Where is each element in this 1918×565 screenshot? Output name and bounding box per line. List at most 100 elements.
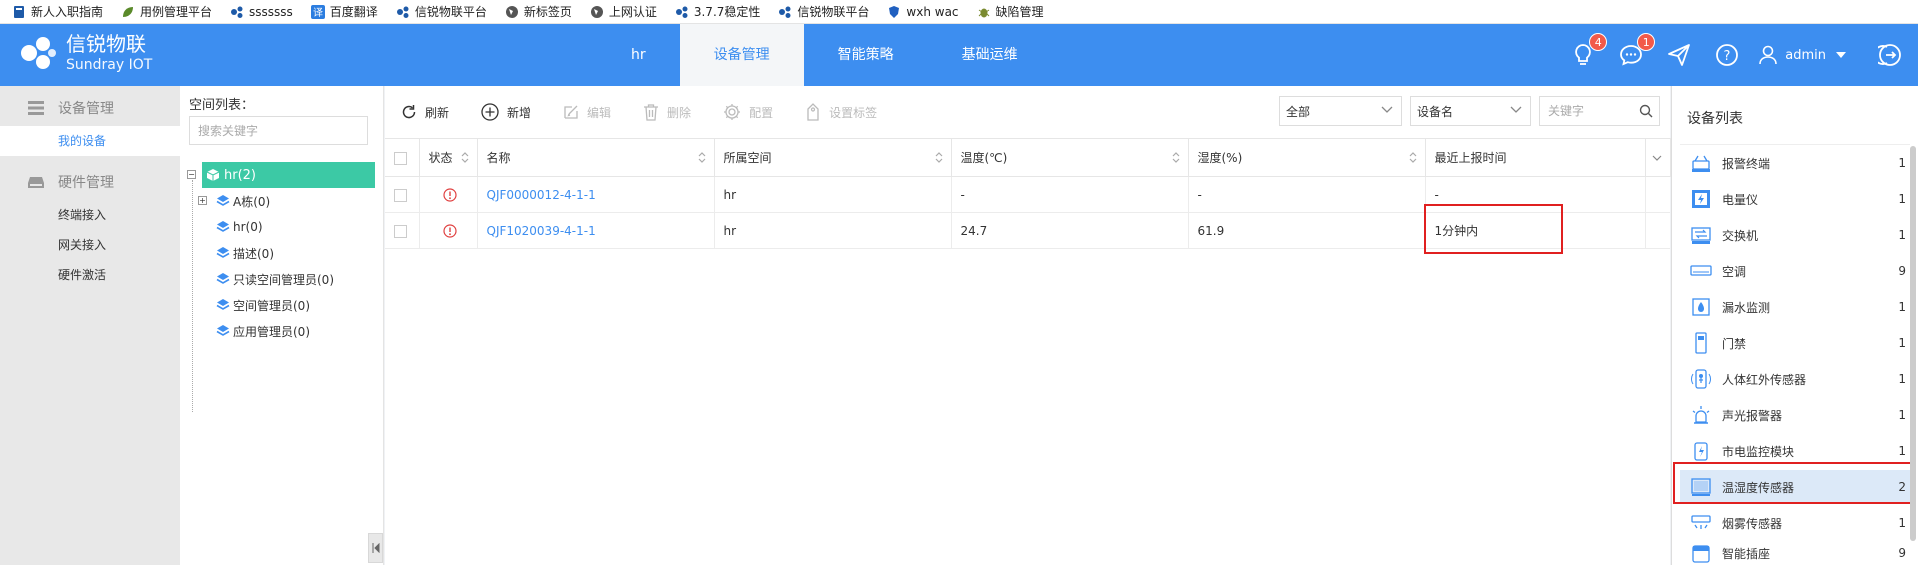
column-settings-cell[interactable] <box>1645 138 1671 177</box>
annotation-highlight-box <box>1424 204 1563 254</box>
select-all-checkbox[interactable] <box>394 151 407 165</box>
name-cell: QJF0000012-4-1-1 <box>477 176 715 213</box>
sidebar-group-hardware-management[interactable]: 硬件管理 <box>0 164 180 200</box>
bookmark-onboarding[interactable]: 新人入职指南 <box>12 0 103 24</box>
sort-icon[interactable] <box>1409 152 1417 163</box>
search-icon[interactable] <box>1639 104 1653 118</box>
device-name-link[interactable]: QJF0000012-4-1-1 <box>487 188 596 202</box>
column-header-temperature[interactable]: 温度(℃) <box>951 138 1189 177</box>
logout-button[interactable] <box>1876 41 1904 69</box>
nav-hr[interactable]: hr <box>597 24 680 86</box>
collapse-panel-button[interactable] <box>368 533 383 563</box>
bookmark-sundray-platform-2[interactable]: 信锐物联平台 <box>778 0 869 24</box>
row-checkbox[interactable] <box>394 224 407 238</box>
brand-logo[interactable]: 信锐物联 Sundray IOT <box>18 32 152 74</box>
tree-node[interactable]: 应用管理员(0) <box>216 320 310 342</box>
device-name-link[interactable]: QJF1020039-4-1-1 <box>487 224 596 238</box>
layers-icon <box>216 221 230 232</box>
switch-icon <box>1691 227 1711 244</box>
tree-root-node[interactable]: hr(2) <box>202 162 375 188</box>
sidebar-item-gateway-access[interactable]: 网关接入 <box>0 230 180 260</box>
device-type-item[interactable]: 门禁 1 <box>1680 326 1910 360</box>
column-header-name[interactable]: 名称 <box>477 138 715 177</box>
column-header-last-report[interactable]: 最近上报时间 <box>1425 138 1646 177</box>
nav-device-management[interactable]: 设备管理 <box>679 24 804 86</box>
bookmark-testcase-platform[interactable]: 用例管理平台 <box>121 0 212 24</box>
help-button[interactable]: ? <box>1713 41 1741 69</box>
tree-node[interactable]: 只读空间管理员(0) <box>216 268 334 290</box>
sort-icon[interactable] <box>935 152 943 163</box>
bookmark-sundray-platform[interactable]: 信锐物联平台 <box>396 0 487 24</box>
messages-button[interactable]: 1 <box>1617 33 1656 69</box>
bookmark-sssssss[interactable]: sssssss <box>230 0 293 24</box>
tree-node[interactable]: 描述(0) <box>216 242 274 264</box>
set-tag-button[interactable]: 设置标签 <box>805 103 877 121</box>
bookmark-defect-mgmt[interactable]: 缺陷管理 <box>977 0 1044 24</box>
device-type-item[interactable]: 空调 9 <box>1680 254 1910 288</box>
row-checkbox[interactable] <box>394 188 407 202</box>
device-type-item[interactable]: 交换机 1 <box>1680 218 1910 252</box>
space-search-input[interactable] <box>189 116 368 145</box>
space-cell: hr <box>714 212 952 249</box>
bookmark-label: 百度翻译 <box>329 5 378 19</box>
sidebar-group-device-management[interactable]: 设备管理 <box>0 90 180 126</box>
svg-text:译: 译 <box>313 7 323 19</box>
scope-filter-select[interactable]: 全部 <box>1279 96 1402 126</box>
tree-node[interactable]: hr(0) <box>216 216 263 238</box>
siren-icon <box>1692 406 1710 424</box>
bookmark-net-auth[interactable]: 上网认证 <box>590 0 657 24</box>
config-button[interactable]: 配置 <box>723 103 773 121</box>
bookmark-baidu-translate[interactable]: 译 百度翻译 <box>310 0 378 24</box>
column-header-humidity[interactable]: 湿度(%) <box>1188 138 1426 177</box>
alerts-button[interactable]: 4 <box>1569 33 1608 69</box>
nav-basic-ops[interactable]: 基础运维 <box>928 24 1052 86</box>
sidebar-group-label: 设备管理 <box>58 101 114 117</box>
device-type-item[interactable]: 声光报警器 1 <box>1680 398 1910 432</box>
send-button[interactable] <box>1665 41 1693 69</box>
sort-icon[interactable] <box>698 152 706 163</box>
sort-icon[interactable] <box>461 152 469 163</box>
sort-icon[interactable] <box>1172 152 1180 163</box>
header-actions: 4 1 ? admin <box>1559 24 1918 86</box>
device-type-label: 空调 <box>1722 264 1747 279</box>
tree-expand-toggle[interactable]: + <box>198 196 207 205</box>
device-type-item[interactable]: 电量仪 1 <box>1680 182 1910 216</box>
device-type-item[interactable]: 报警终端 1 <box>1680 146 1910 180</box>
column-header-status[interactable]: 状态 <box>419 138 478 177</box>
chevron-down-icon <box>1510 106 1522 113</box>
field-filter-select[interactable]: 设备名 <box>1410 96 1531 126</box>
bookmark-label: 新标签页 <box>523 5 572 19</box>
delete-button[interactable]: 删除 <box>643 103 691 121</box>
keyword-input[interactable] <box>1540 97 1632 125</box>
tag-icon <box>807 103 819 121</box>
bookmark-wxh-wac[interactable]: wxh wac <box>887 0 959 24</box>
tree-node[interactable]: 空间管理员(0) <box>216 294 310 316</box>
device-type-item[interactable]: 智能插座 9 <box>1680 542 1910 564</box>
sidebar-item-my-devices[interactable]: 我的设备 <box>0 126 180 156</box>
sidebar-item-terminal-access[interactable]: 终端接入 <box>0 200 180 230</box>
refresh-button[interactable]: 刷新 <box>401 104 449 121</box>
cluster-icon <box>231 6 243 18</box>
layers-icon <box>216 247 230 258</box>
sidebar-item-hardware-activation[interactable]: 硬件激活 <box>0 260 180 290</box>
add-button[interactable]: 新增 <box>481 103 531 121</box>
select-all-cell <box>385 138 420 177</box>
cube-icon <box>206 169 220 181</box>
tree-collapse-toggle[interactable]: − <box>187 170 196 179</box>
column-header-space[interactable]: 所属空间 <box>714 138 952 177</box>
device-type-item[interactable]: 人体红外传感器 1 <box>1680 362 1910 396</box>
edit-button[interactable]: 编辑 <box>563 104 611 121</box>
nav-smart-strategy[interactable]: 智能策略 <box>804 24 928 86</box>
alarm-terminal-icon <box>1692 155 1710 172</box>
username: admin <box>1785 47 1826 63</box>
device-type-item[interactable]: 漏水监测 1 <box>1680 290 1910 324</box>
bookmark-stability[interactable]: 3.7.7稳定性 <box>675 0 760 24</box>
user-menu[interactable]: admin <box>1759 45 1846 65</box>
brand-name-en: Sundray IOT <box>66 57 153 73</box>
bookmark-label: 信锐物联平台 <box>414 5 487 19</box>
bookmark-new-tab[interactable]: 新标签页 <box>505 0 572 24</box>
layers-icon <box>216 299 230 310</box>
tree-node[interactable]: A栋(0) <box>216 190 270 212</box>
device-type-item[interactable]: 烟雾传感器 1 <box>1680 506 1910 540</box>
device-list-scrollbar[interactable] <box>1910 146 1916 541</box>
